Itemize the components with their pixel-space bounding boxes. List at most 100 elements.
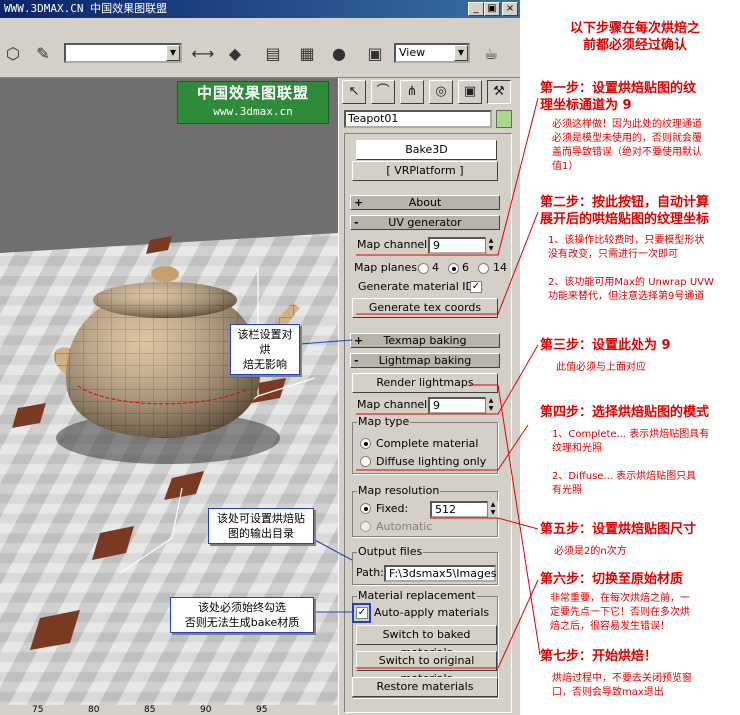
maximize-button[interactable]: ▣ — [484, 2, 500, 16]
note-texmap-line: 该栏设置对烘 — [237, 328, 293, 356]
step3-title: 第三步：设置此处为 9 — [540, 338, 671, 353]
note-autoapply: 该处必须始终勾选 否则无法生成bake材质 — [170, 597, 314, 633]
diffuse-lighting-radio[interactable] — [360, 456, 371, 467]
step4-title: 第四步：选择烘焙贴图的模式 — [540, 405, 710, 420]
fixed-resolution-spinner[interactable]: 512 ▲ ▼ — [430, 501, 498, 518]
map-planes-option: 14 — [493, 261, 507, 274]
map-resolution-label: Map resolution — [357, 484, 441, 498]
step6-title: 第六步：切换至原始材质 — [540, 572, 684, 587]
step1-title-line: 理坐标通道为 9 — [540, 98, 632, 113]
material-editor-icon[interactable]: ● — [326, 42, 352, 66]
object-color-swatch[interactable] — [496, 110, 512, 128]
spinner-arrows-icon[interactable]: ▲ ▼ — [487, 501, 498, 518]
map-planes-option: 4 — [432, 261, 439, 274]
map-planes-option: 6 — [462, 261, 469, 274]
step2-desc-line: 功能来替代，但注意选择第9号通道 — [548, 291, 705, 302]
fixed-resolution-value: 512 — [435, 503, 456, 516]
map-channel-label: Map channel: — [357, 238, 431, 251]
switch-to-original-button[interactable]: Switch to original materials — [356, 651, 497, 685]
named-selection-dropdown[interactable]: ▼ — [64, 43, 182, 63]
abc-icon[interactable]: ✎ — [30, 42, 56, 66]
step7-desc-line: 口，否则会导致max退出 — [552, 687, 664, 698]
step7-desc: 烘焙过程中，不要去关闭预览窗 口，否则会导致max退出 — [552, 672, 692, 700]
ruler-tick: 75 — [32, 705, 44, 715]
annotation-header-line: 前都必须经过确认 — [582, 38, 687, 53]
map-type-label: Map type — [357, 415, 411, 429]
quick-render-icon[interactable]: ☕ — [478, 42, 504, 66]
step2-desc-line: 没有改变，只需进行一次即可 — [548, 249, 678, 260]
step2-title-line: 展开后的哄焙贴图的纹理坐标 — [540, 212, 710, 227]
uv-generator-rollout-header[interactable]: - UV generator — [350, 215, 500, 230]
display-tab-icon[interactable]: ▣ — [458, 80, 482, 104]
ruler-tick: 95 — [256, 705, 268, 715]
generate-tex-coords-button[interactable]: Generate tex coords — [352, 298, 498, 318]
step1-desc: 必须这样做！因为此处的纹理通道 必须是模型未使用的，否则就会覆 盖而导致错误（绝… — [552, 118, 702, 174]
step2-title-line: 第二步：按此按钮，自动计算 — [540, 195, 710, 210]
ruler-tick: 85 — [144, 705, 156, 715]
ruler-tick: 80 — [88, 705, 100, 715]
hierarchy-tab-icon[interactable]: ⋔ — [400, 80, 424, 104]
spinner-arrows-icon[interactable]: ▲ ▼ — [485, 237, 496, 254]
uv-generator-label: UV generator — [388, 216, 462, 229]
track-view-icon[interactable]: ▤ — [260, 42, 286, 66]
spinner-arrows-icon[interactable]: ▲ ▼ — [485, 397, 496, 414]
note-texmap-line: 焙无影响 — [243, 358, 287, 371]
output-path-field[interactable]: F:\3dsmax5\Images — [384, 565, 496, 582]
step4-desc2: 2、Diffuse... 表示烘焙贴图只具 有光照 — [552, 470, 696, 498]
map-planes-radio-6[interactable] — [448, 263, 459, 274]
render-type-dropdown[interactable]: View ▼ — [394, 43, 470, 63]
step1-title: 第一步：设置烘焙贴图的纹 理坐标通道为 9 — [540, 80, 696, 114]
chevron-down-icon: ▼ — [454, 45, 468, 61]
auto-apply-checkbox[interactable]: ✓ — [356, 607, 368, 619]
mirror-icon[interactable]: ⟷ — [190, 42, 216, 66]
note-autoapply-line: 该处必须始终勾选 — [198, 601, 286, 614]
motion-tab-icon[interactable]: ◎ — [429, 80, 453, 104]
output-path-value: F:\3dsmax5\Images — [389, 567, 497, 580]
render-scene-icon[interactable]: ▣ — [362, 42, 388, 66]
map-planes-label: Map planes: — [354, 261, 421, 274]
select-object-icon[interactable]: ⬡ — [0, 42, 26, 66]
banner-title: 中国效果图联盟 — [196, 84, 309, 102]
vrplatform-button[interactable]: [ VRPlatform ] — [352, 161, 498, 181]
modify-tab-icon[interactable]: ⌒ — [371, 80, 395, 104]
step2-desc1: 1、该操作比较费时，只要模型形状 没有改变，只需进行一次即可 — [548, 234, 704, 262]
step4-desc-line: 2、Diffuse... 表示烘焙贴图只具 — [552, 471, 697, 482]
create-tab-icon[interactable]: ↖ — [342, 80, 366, 104]
bake3d-button[interactable]: Bake3D — [356, 140, 497, 160]
step4-desc-line: 1、Complete... 表示烘焙贴图具有 — [552, 429, 710, 440]
align-icon[interactable]: ◆ — [222, 42, 248, 66]
time-ruler[interactable]: 75 80 85 90 95 — [0, 705, 338, 715]
map-planes-radio-14[interactable] — [478, 263, 489, 274]
automatic-radio[interactable] — [360, 521, 371, 532]
step7-title: 第七步：开始烘焙！ — [540, 649, 658, 664]
fixed-radio[interactable] — [360, 503, 371, 514]
close-button[interactable]: × — [502, 2, 518, 16]
material-replacement-label: Material replacement — [357, 589, 477, 603]
step6-desc: 非常重要，在每次烘焙之前，一 定要先点一下它！否则在多次烘 焙之后，很容易发生错… — [550, 592, 690, 634]
texmap-baking-rollout-header[interactable]: + Texmap baking — [350, 333, 500, 348]
ruler-tick: 90 — [200, 705, 212, 715]
note-autoapply-line: 否则无法生成bake材质 — [184, 616, 300, 629]
gen-mat-ids-checkbox[interactable]: ✓ — [470, 281, 482, 293]
step1-title-line: 第一步：设置烘焙贴图的纹 — [540, 81, 697, 96]
fixed-label: Fixed: — [376, 502, 409, 515]
complete-material-radio[interactable] — [360, 438, 371, 449]
step4-desc-line: 纹理和光照 — [552, 443, 602, 454]
diffuse-lighting-label: Diffuse lighting only — [376, 455, 487, 468]
schematic-icon[interactable]: ▦ — [294, 42, 320, 66]
step5-desc: 必须是2的n次方 — [554, 546, 627, 557]
map-channel-spinner[interactable]: 9 ▲ ▼ — [428, 237, 496, 254]
lightmap-baking-rollout-header[interactable]: - Lightmap baking — [350, 353, 500, 368]
minimize-button[interactable]: _ — [468, 2, 484, 16]
restore-materials-button[interactable]: Restore materials — [352, 677, 498, 697]
map-channel-value: 9 — [433, 239, 440, 252]
step2-desc-line: 1、该操作比较费时，只要模型形状 — [548, 235, 705, 246]
render-lightmaps-button[interactable]: Render lightmaps — [352, 373, 498, 393]
object-name-field[interactable]: Teapot01 — [344, 110, 492, 128]
switch-to-baked-button[interactable]: Switch to baked materials — [356, 625, 497, 659]
utilities-tab-icon[interactable]: ⚒ — [487, 80, 511, 104]
map-channel2-spinner[interactable]: 9 ▲ ▼ — [428, 397, 496, 414]
step6-desc-line: 定要先点一下它！否则在多次烘 — [550, 607, 690, 618]
map-planes-radio-4[interactable] — [418, 263, 429, 274]
about-rollout-header[interactable]: + About — [350, 195, 500, 210]
